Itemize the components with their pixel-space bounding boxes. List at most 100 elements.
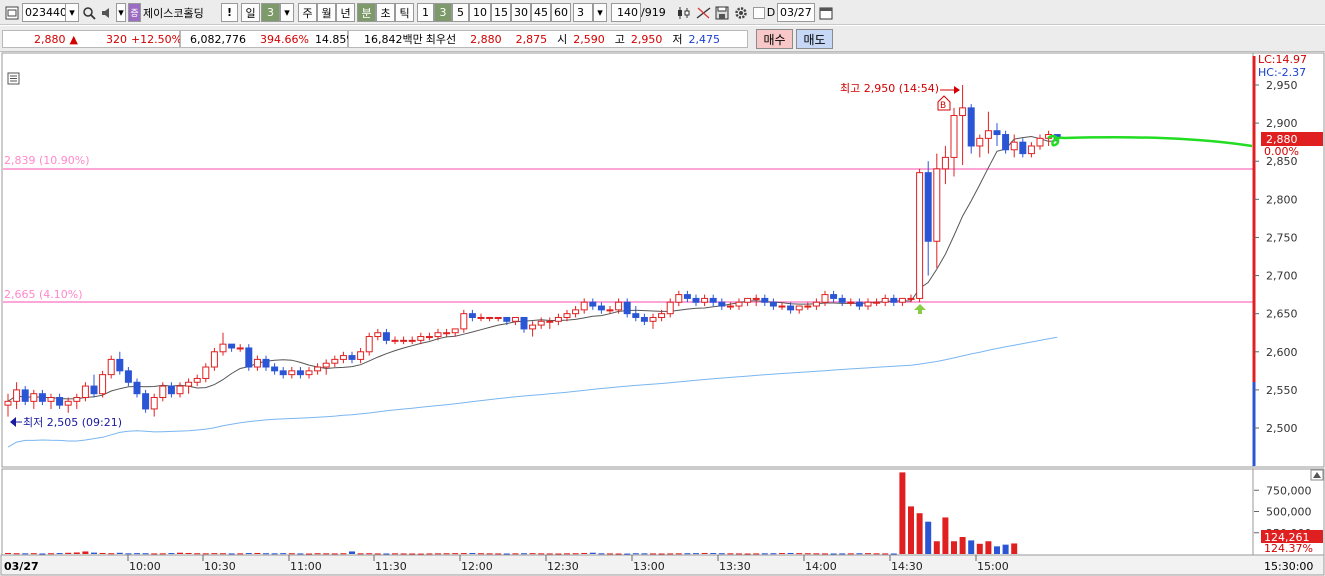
code-dropdown-icon[interactable]: ▾ bbox=[65, 3, 79, 22]
market-badge: 증 bbox=[128, 3, 141, 22]
sell-button[interactable]: 매도 bbox=[796, 29, 833, 49]
total-count: /919 bbox=[641, 3, 669, 22]
volume-bar bbox=[976, 543, 983, 554]
candle-body bbox=[744, 297, 752, 303]
volume-bar bbox=[796, 553, 803, 555]
candle-body bbox=[142, 393, 150, 410]
volume-bar bbox=[211, 553, 218, 555]
alert-button[interactable]: ! bbox=[221, 3, 238, 22]
volume-bar bbox=[297, 553, 304, 555]
collapse-icon[interactable] bbox=[1310, 469, 1324, 481]
volume-bar bbox=[435, 553, 441, 555]
volume-bar bbox=[159, 553, 166, 555]
period-week-button[interactable]: 주 bbox=[298, 3, 317, 22]
period-second-button[interactable]: 초 bbox=[376, 3, 395, 22]
candle-body bbox=[778, 305, 786, 308]
candle-body bbox=[73, 397, 81, 402]
candle-body bbox=[701, 297, 709, 303]
candle-body bbox=[228, 343, 236, 349]
calendar-icon[interactable] bbox=[817, 3, 835, 22]
chart-area[interactable]: LC:14.97 HC:-2.37 2,839 (10.90%) 2,665 (… bbox=[0, 52, 1325, 576]
candle-body bbox=[167, 385, 175, 395]
candle-body bbox=[486, 316, 494, 319]
date-input[interactable]: 03/27 bbox=[777, 3, 815, 22]
candle-body bbox=[761, 297, 769, 303]
candle-body bbox=[279, 370, 287, 376]
volume-bar bbox=[73, 552, 80, 554]
interval-dropdown-icon[interactable]: ▾ bbox=[593, 3, 607, 22]
volume-bar bbox=[392, 553, 398, 555]
interval-45[interactable]: 45 bbox=[531, 3, 551, 22]
volume-bar bbox=[280, 553, 287, 555]
volume-bar bbox=[994, 546, 1000, 554]
speaker-icon[interactable] bbox=[98, 3, 116, 22]
period-year-button[interactable]: 년 bbox=[336, 3, 355, 22]
volume-bar bbox=[349, 551, 355, 554]
sound-dropdown-icon[interactable]: ▾ bbox=[116, 3, 126, 22]
volume-bar bbox=[607, 553, 613, 555]
volume-bar bbox=[331, 553, 338, 555]
candle-body bbox=[271, 366, 279, 372]
period-day-count[interactable]: 3 bbox=[261, 3, 280, 22]
volume-bar bbox=[39, 553, 46, 555]
interval-10[interactable]: 10 bbox=[469, 3, 491, 22]
volume-bar bbox=[185, 552, 192, 554]
volume-bar bbox=[194, 553, 201, 555]
candle-body bbox=[1002, 134, 1010, 151]
buy-button[interactable]: 매수 bbox=[756, 29, 793, 49]
volume-bar bbox=[65, 552, 72, 554]
date-checkbox[interactable] bbox=[753, 7, 765, 19]
candle-body bbox=[417, 336, 425, 341]
volume-bar bbox=[469, 552, 476, 554]
stock-code-input[interactable]: 023440 bbox=[22, 3, 67, 22]
stock-name: 제이스코홀딩 bbox=[143, 3, 217, 22]
period-month-button[interactable]: 월 bbox=[317, 3, 336, 22]
interval-5[interactable]: 5 bbox=[452, 3, 469, 22]
volume-bar bbox=[856, 553, 863, 555]
period-day-button[interactable]: 일 bbox=[241, 3, 260, 22]
volume-bar bbox=[443, 553, 450, 555]
interval-input[interactable]: 3 bbox=[573, 3, 593, 22]
candle-body bbox=[116, 358, 124, 372]
panel-menu-icon[interactable] bbox=[7, 72, 20, 85]
candle-body bbox=[683, 294, 691, 299]
candle-body bbox=[649, 316, 657, 322]
interval-15[interactable]: 15 bbox=[491, 3, 511, 22]
candle-body bbox=[236, 347, 244, 350]
volume-bar bbox=[804, 553, 811, 555]
time-tick-label: 12:00 bbox=[461, 560, 493, 573]
candle-body bbox=[30, 393, 38, 402]
high-price: 2,950 bbox=[630, 32, 663, 46]
candle-body bbox=[726, 305, 734, 308]
candle-body bbox=[606, 309, 614, 312]
volume-panel[interactable] bbox=[1, 468, 1254, 556]
save-icon[interactable] bbox=[713, 3, 731, 22]
window-icon[interactable] bbox=[3, 3, 21, 22]
interval-1[interactable]: 1 bbox=[417, 3, 434, 22]
bid-price: 2,875 bbox=[515, 32, 548, 46]
count-input[interactable]: 140 bbox=[611, 3, 641, 22]
candle-body bbox=[425, 336, 433, 339]
candle-body bbox=[916, 172, 924, 299]
search-icon[interactable] bbox=[80, 3, 98, 22]
gear-icon[interactable] bbox=[732, 3, 750, 22]
price-change: 320 bbox=[105, 32, 127, 46]
price-panel[interactable] bbox=[1, 52, 1254, 468]
volume-bar bbox=[641, 553, 648, 555]
period-dropdown-icon[interactable]: ▾ bbox=[280, 3, 294, 22]
interval-60[interactable]: 60 bbox=[551, 3, 571, 22]
volume-bar bbox=[271, 553, 278, 555]
period-tick-button[interactable]: 틱 bbox=[395, 3, 414, 22]
price-tick-label: 2,800 bbox=[1266, 193, 1298, 206]
interval-3[interactable]: 3 bbox=[434, 3, 452, 22]
volume-bar bbox=[30, 553, 37, 555]
candle-body bbox=[580, 301, 588, 311]
period-minute-button[interactable]: 분 bbox=[357, 3, 376, 22]
drawing-tool-icon[interactable] bbox=[695, 3, 713, 22]
volume-bar bbox=[830, 553, 837, 555]
volume-bar bbox=[538, 553, 545, 555]
candle-style-icon[interactable] bbox=[675, 3, 693, 22]
candle-body bbox=[124, 370, 132, 383]
volume-bar bbox=[383, 553, 390, 555]
interval-30[interactable]: 30 bbox=[511, 3, 531, 22]
